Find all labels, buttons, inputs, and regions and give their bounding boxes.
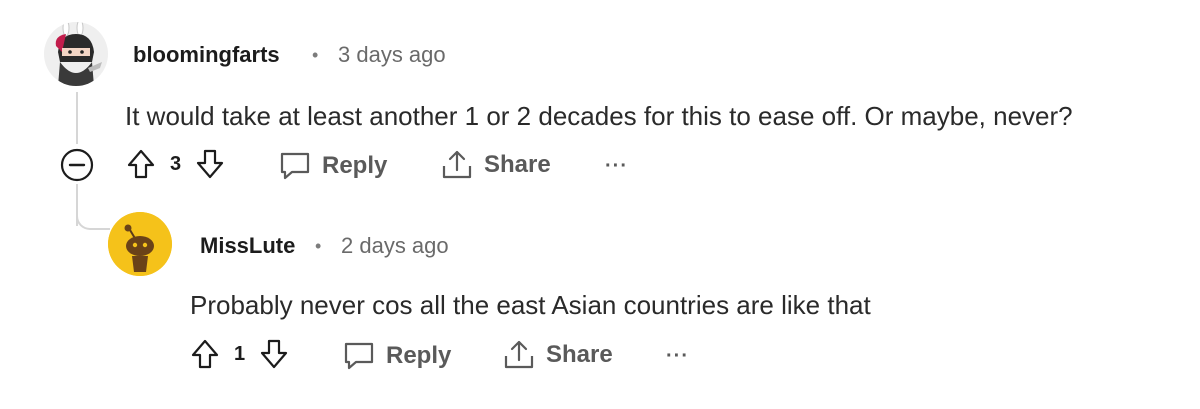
upvote-icon[interactable] xyxy=(126,148,156,180)
comment-author[interactable]: MissLute xyxy=(200,233,295,259)
reply-button[interactable]: Reply xyxy=(342,340,451,372)
more-options-button[interactable]: ··· xyxy=(666,345,689,368)
comment-body: It would take at least another 1 or 2 de… xyxy=(125,101,1073,131)
ninja-avatar-icon xyxy=(44,22,108,86)
downvote-icon[interactable] xyxy=(259,338,289,370)
separator-dot: • xyxy=(315,236,322,256)
comment-bubble-icon xyxy=(278,150,312,182)
reply-label: Reply xyxy=(322,152,388,179)
comment-body: Probably never cos all the east Asian co… xyxy=(190,290,871,320)
reply-label: Reply xyxy=(386,342,452,369)
upvote-icon[interactable] xyxy=(190,338,220,370)
comment-timestamp[interactable]: 3 days ago xyxy=(338,42,446,68)
downvote-icon[interactable] xyxy=(195,148,225,180)
thread-line xyxy=(76,92,78,144)
share-icon xyxy=(502,338,536,372)
reply-button[interactable]: Reply xyxy=(278,150,387,182)
vote-count: 1 xyxy=(234,342,246,365)
collapse-icon xyxy=(60,148,94,182)
snoo-avatar-icon xyxy=(108,212,172,276)
share-button[interactable]: Share xyxy=(440,148,551,182)
share-button[interactable]: Share xyxy=(502,338,613,372)
collapse-thread-button[interactable] xyxy=(59,147,95,183)
share-label: Share xyxy=(546,341,613,368)
comment-author[interactable]: bloomingfarts xyxy=(133,42,280,68)
comment-bubble-icon xyxy=(342,340,376,372)
share-icon xyxy=(440,148,474,182)
vote-controls: 3 xyxy=(126,148,225,180)
user-avatar[interactable] xyxy=(44,22,108,86)
more-options-button[interactable]: ··· xyxy=(605,155,628,178)
comment-timestamp[interactable]: 2 days ago xyxy=(341,233,449,259)
thread-connector xyxy=(76,204,110,230)
vote-count: 3 xyxy=(170,152,182,175)
separator-dot: • xyxy=(312,45,319,65)
share-label: Share xyxy=(484,151,551,178)
vote-controls: 1 xyxy=(190,338,289,370)
user-avatar[interactable] xyxy=(108,212,172,276)
